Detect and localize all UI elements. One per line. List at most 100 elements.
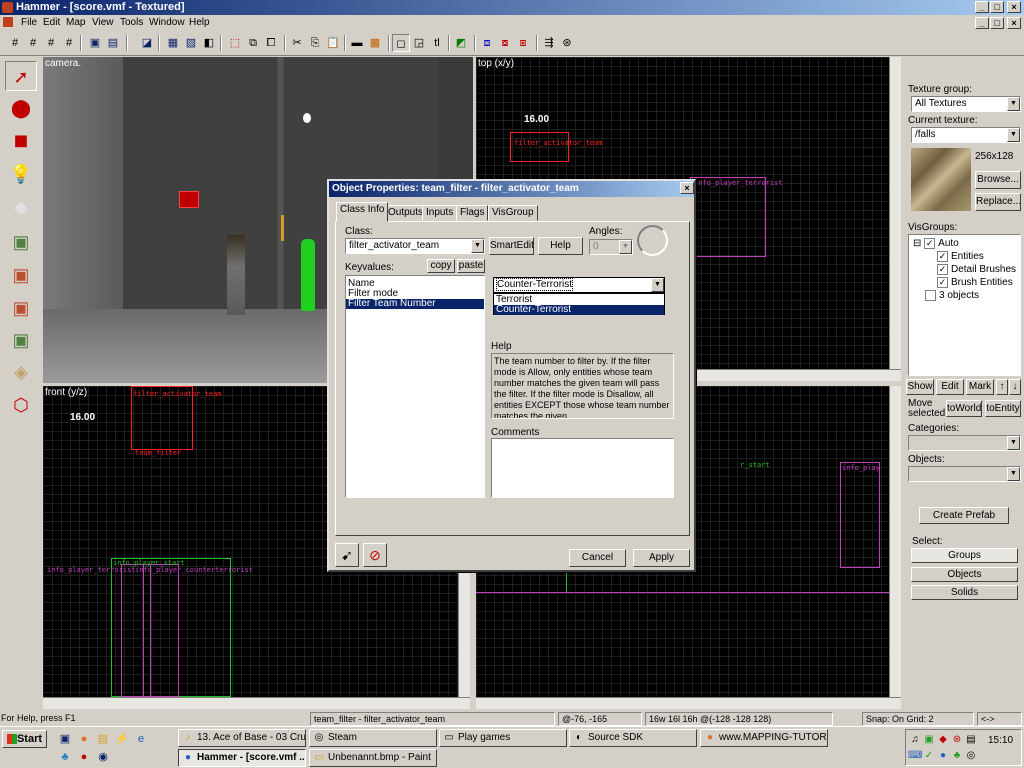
ungroup-icon[interactable]: ▤ xyxy=(104,34,122,52)
select-solids-button[interactable]: Solids xyxy=(911,585,1018,600)
media-icon[interactable]: ◉ xyxy=(94,748,112,766)
texture-scale-lock-icon[interactable]: ⧉ xyxy=(244,34,262,52)
task-play-games[interactable]: ▭ Play games xyxy=(439,729,567,747)
front-view-hscroll[interactable] xyxy=(43,697,470,709)
tab-flags[interactable]: Flags xyxy=(456,205,489,221)
texture-group-select[interactable]: All Textures ▼ xyxy=(911,96,1021,112)
class-select[interactable]: filter_activator_team ▼ xyxy=(345,238,485,254)
copy-icon[interactable]: ⎘ xyxy=(306,34,324,52)
smartedit-button[interactable]: SmartEdit xyxy=(489,237,534,255)
texture-tool-icon[interactable]: ▣ xyxy=(5,227,37,257)
grid-larger-icon[interactable]: # xyxy=(60,34,78,52)
entity-tool-icon[interactable]: 💡 xyxy=(5,159,37,189)
objects-select[interactable]: ▼ xyxy=(908,466,1021,482)
task-paint[interactable]: ▭ Unbenannt.bmp - Paint xyxy=(309,749,437,767)
messenger-tray-icon[interactable]: ♣ xyxy=(950,747,964,765)
group-icon[interactable]: ▣ xyxy=(86,34,104,52)
clone-icon[interactable]: ⧠ xyxy=(262,34,280,52)
grid-toggle-icon[interactable]: # xyxy=(6,34,24,52)
keyvalue-filter-team-number[interactable]: Filter Team Number xyxy=(346,299,484,309)
show-all-icon[interactable]: ◧ xyxy=(200,34,218,52)
start-button[interactable]: Start xyxy=(2,730,47,748)
paste-icon[interactable]: 📋 xyxy=(324,34,342,52)
wireframe-icon[interactable]: ▬ xyxy=(348,34,366,52)
menu-file[interactable]: File xyxy=(21,16,37,29)
show-desktop-icon[interactable]: ▣ xyxy=(56,730,74,748)
to-world-button[interactable]: toWorld xyxy=(946,400,982,417)
overlay-tool-icon[interactable]: ▣ xyxy=(5,325,37,355)
paste-button[interactable]: paste xyxy=(457,259,485,273)
team-option-counter-terrorist[interactable]: Counter-Terrorist xyxy=(494,305,664,315)
apply-texture-icon[interactable]: ▣ xyxy=(5,260,37,290)
entity-report-icon[interactable]: ⧈ xyxy=(478,34,496,52)
vertex-tool-icon[interactable]: ⬡ xyxy=(5,390,37,420)
keyvalues-list[interactable]: Name Filter mode Filter Team Number xyxy=(345,275,485,498)
mdi-minimize-button[interactable]: _ xyxy=(975,17,989,29)
flat-shaded-icon[interactable]: ▩ xyxy=(366,34,384,52)
3d-grid-icon[interactable]: # xyxy=(24,34,42,52)
steam-tray-icon[interactable]: ◎ xyxy=(964,747,978,765)
team-dropdown-list[interactable]: Terrorist Counter-Terrorist xyxy=(493,293,665,315)
ie-icon[interactable]: e xyxy=(132,730,150,748)
categories-select[interactable]: ▼ xyxy=(908,435,1021,451)
move-down-button[interactable]: ↓ xyxy=(1009,379,1021,395)
menu-map[interactable]: Map xyxy=(66,16,85,29)
task-steam[interactable]: ◎ Steam xyxy=(309,729,437,747)
tab-inputs[interactable]: Inputs xyxy=(422,205,458,221)
angles-dial[interactable] xyxy=(637,225,668,256)
comments-field[interactable] xyxy=(491,438,674,498)
mdi-restore-button[interactable]: □ xyxy=(990,17,1004,29)
visgroup-entities[interactable]: ✓ Entities xyxy=(937,251,984,262)
minimize-button[interactable]: _ xyxy=(975,1,989,13)
checkbox[interactable]: ✓ xyxy=(937,264,948,275)
copy-button[interactable]: copy xyxy=(427,259,455,273)
messenger-icon[interactable]: ♣ xyxy=(56,748,74,766)
selection-tool-icon[interactable]: ➚ xyxy=(5,61,37,91)
checkbox[interactable]: ✓ xyxy=(937,251,948,262)
bluetooth-icon[interactable]: ● xyxy=(936,747,950,765)
close-button[interactable]: × xyxy=(1007,1,1021,13)
update-icon[interactable]: ✓ xyxy=(922,747,936,765)
block-tool-icon[interactable]: ◆ xyxy=(5,192,37,222)
checkbox[interactable]: ✓ xyxy=(937,277,948,288)
to-entity-button[interactable]: toEntity xyxy=(985,400,1021,417)
task-mapping-tutorial[interactable]: ●www.MAPPING-TUTORIA... xyxy=(700,729,828,747)
menu-edit[interactable]: Edit xyxy=(43,16,60,29)
dialog-close-button[interactable]: × xyxy=(680,182,694,194)
apply-button[interactable]: Apply xyxy=(633,549,690,567)
select-groups-button[interactable]: Groups xyxy=(911,548,1018,563)
angles-select[interactable]: 0 ▼ xyxy=(589,239,633,255)
visgroup-detail-brushes[interactable]: ✓ Detail Brushes xyxy=(937,264,1016,275)
carve-icon[interactable]: ◪ xyxy=(138,34,156,52)
cut-icon[interactable]: ✂ xyxy=(288,34,306,52)
texture-lock-icon[interactable]: ⬚ xyxy=(226,34,244,52)
decal-tool-icon[interactable]: ▣ xyxy=(5,293,37,323)
top-view-vscroll[interactable] xyxy=(889,57,901,369)
mark-button[interactable]: Mark xyxy=(966,379,994,395)
visgroup-auto[interactable]: ⊟ ✓ Auto xyxy=(913,238,959,249)
pick-entity-off-button[interactable]: ⊘ xyxy=(363,543,387,567)
pick-entity-button[interactable]: ➹ xyxy=(335,543,359,567)
hide-selection-icon[interactable]: ▦ xyxy=(164,34,182,52)
tab-visgroup[interactable]: VisGroup xyxy=(488,205,538,221)
cordon-icon[interactable]: ◩ xyxy=(452,34,470,52)
task-source-sdk[interactable]: ◐ Source SDK xyxy=(569,729,697,747)
run-map-icon[interactable]: ⇶ xyxy=(540,34,558,52)
select-objects-button[interactable]: Objects xyxy=(911,567,1018,582)
tab-class-info[interactable]: Class Info xyxy=(336,202,389,222)
winamp-icon[interactable]: ⚡ xyxy=(113,730,131,748)
side-view-vscroll[interactable] xyxy=(889,386,901,697)
group-selection-icon[interactable]: ◲ xyxy=(410,34,428,52)
task-ace-of-base[interactable]: ♪13. Ace of Base - 03 Crue... xyxy=(178,729,306,747)
current-texture-select[interactable]: /falls ▼ xyxy=(911,127,1021,143)
mdi-close-button[interactable]: × xyxy=(1007,17,1021,29)
menu-view[interactable]: View xyxy=(92,16,114,29)
menu-window[interactable]: Window xyxy=(149,16,185,29)
firefox-icon[interactable]: ● xyxy=(75,730,93,748)
map-properties-icon[interactable]: ⧆ xyxy=(514,34,532,52)
compile-icon[interactable]: ⊛ xyxy=(558,34,576,52)
checkbox[interactable] xyxy=(925,290,936,301)
help-button[interactable]: Help xyxy=(538,237,583,255)
team-select[interactable]: Counter-Terrorist ▼ xyxy=(493,277,665,293)
explorer-icon[interactable]: ▤ xyxy=(94,730,112,748)
